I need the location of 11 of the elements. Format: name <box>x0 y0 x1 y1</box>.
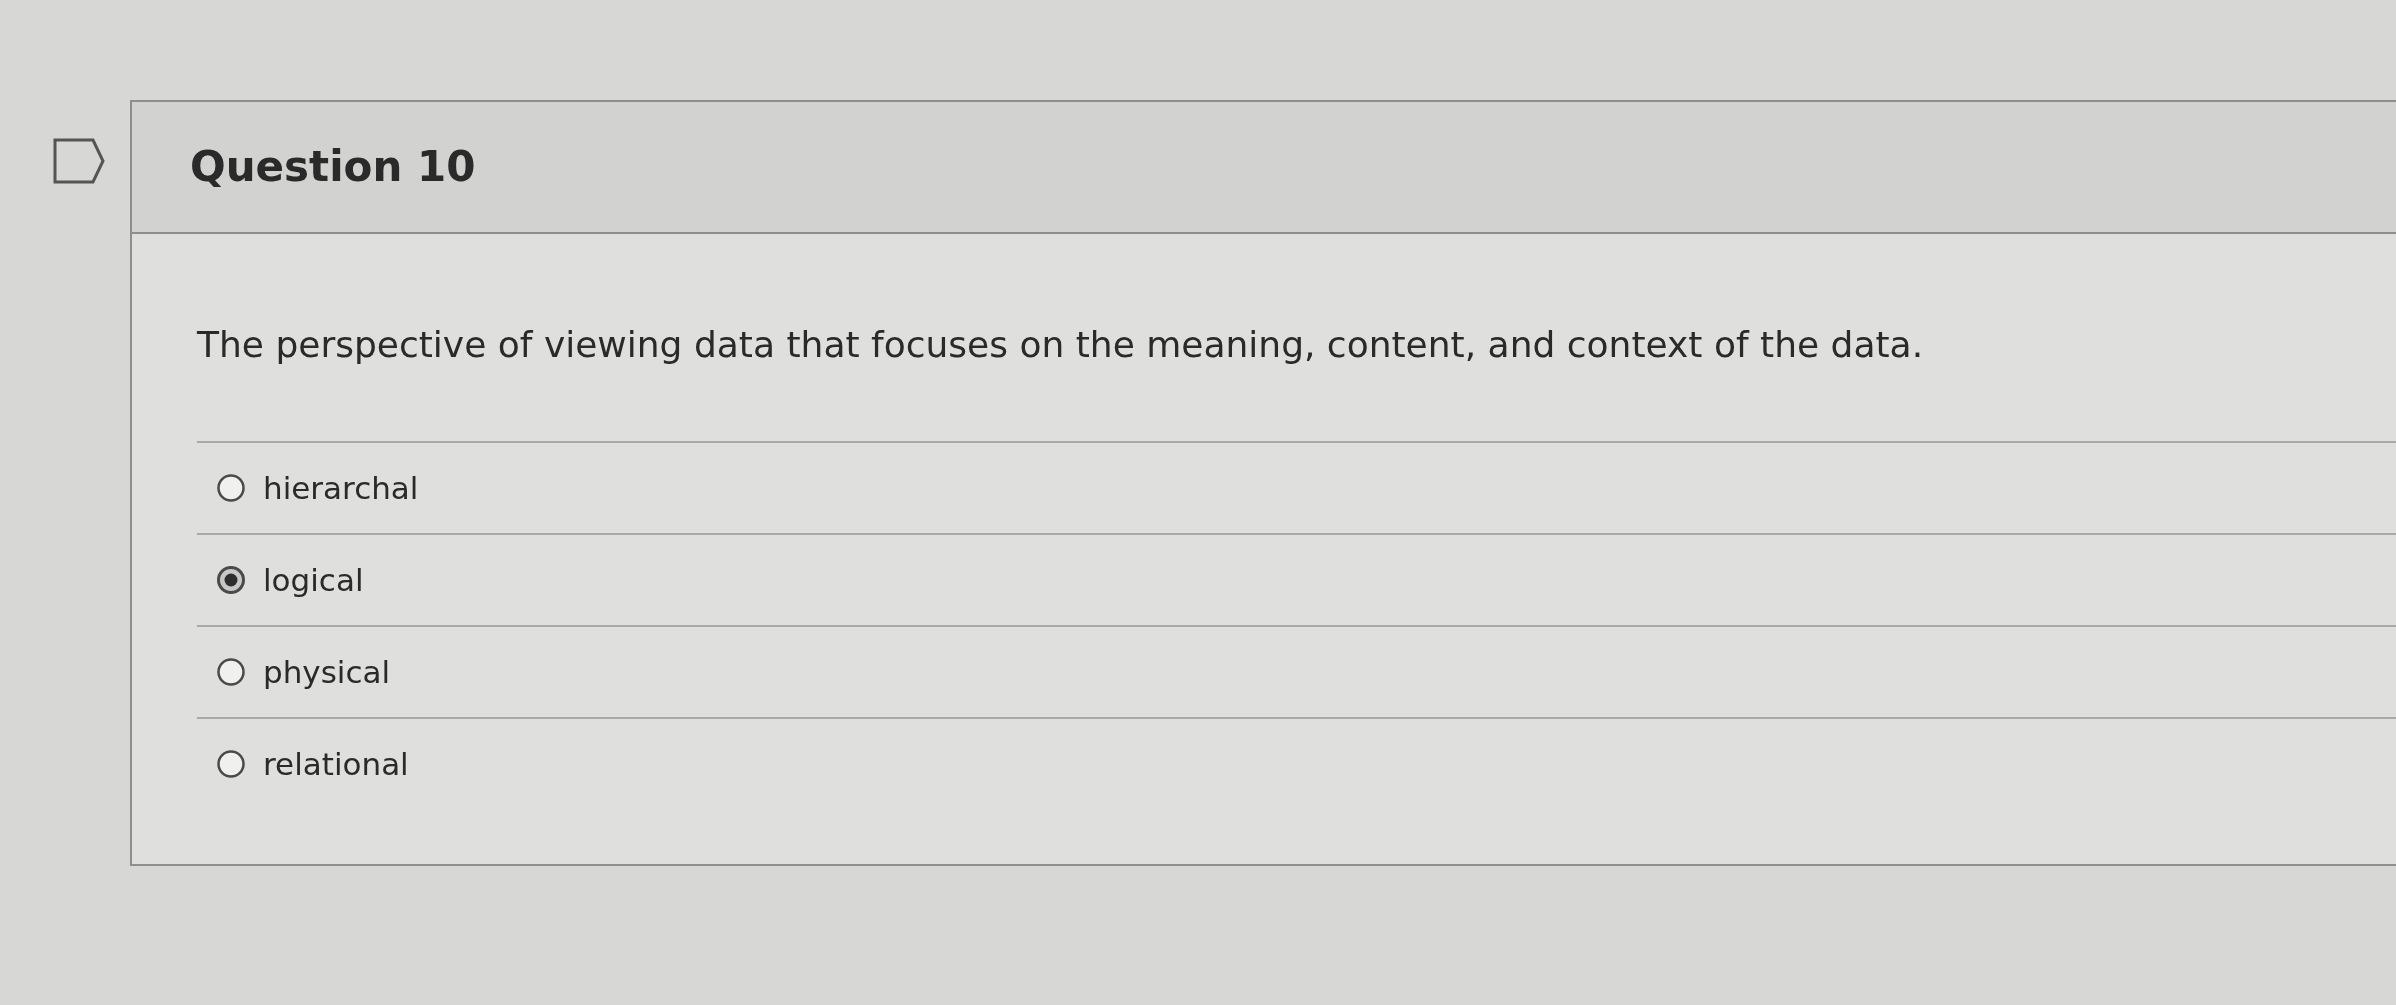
radio-button[interactable] <box>217 749 245 778</box>
question-title: Question 10 <box>190 141 476 193</box>
flag-icon[interactable] <box>53 138 105 184</box>
option-label[interactable]: logical <box>263 556 364 604</box>
radio-button[interactable] <box>217 473 245 502</box>
option-label[interactable]: physical <box>263 648 391 696</box>
radio-button[interactable] <box>217 565 245 594</box>
question-text: The perspective of viewing data that focuses on the meaning, content, and context of the data. <box>197 323 1925 367</box>
option-label[interactable]: relational <box>263 740 409 788</box>
option-label[interactable]: hierarchal <box>263 464 419 512</box>
radio-button[interactable] <box>217 657 245 686</box>
